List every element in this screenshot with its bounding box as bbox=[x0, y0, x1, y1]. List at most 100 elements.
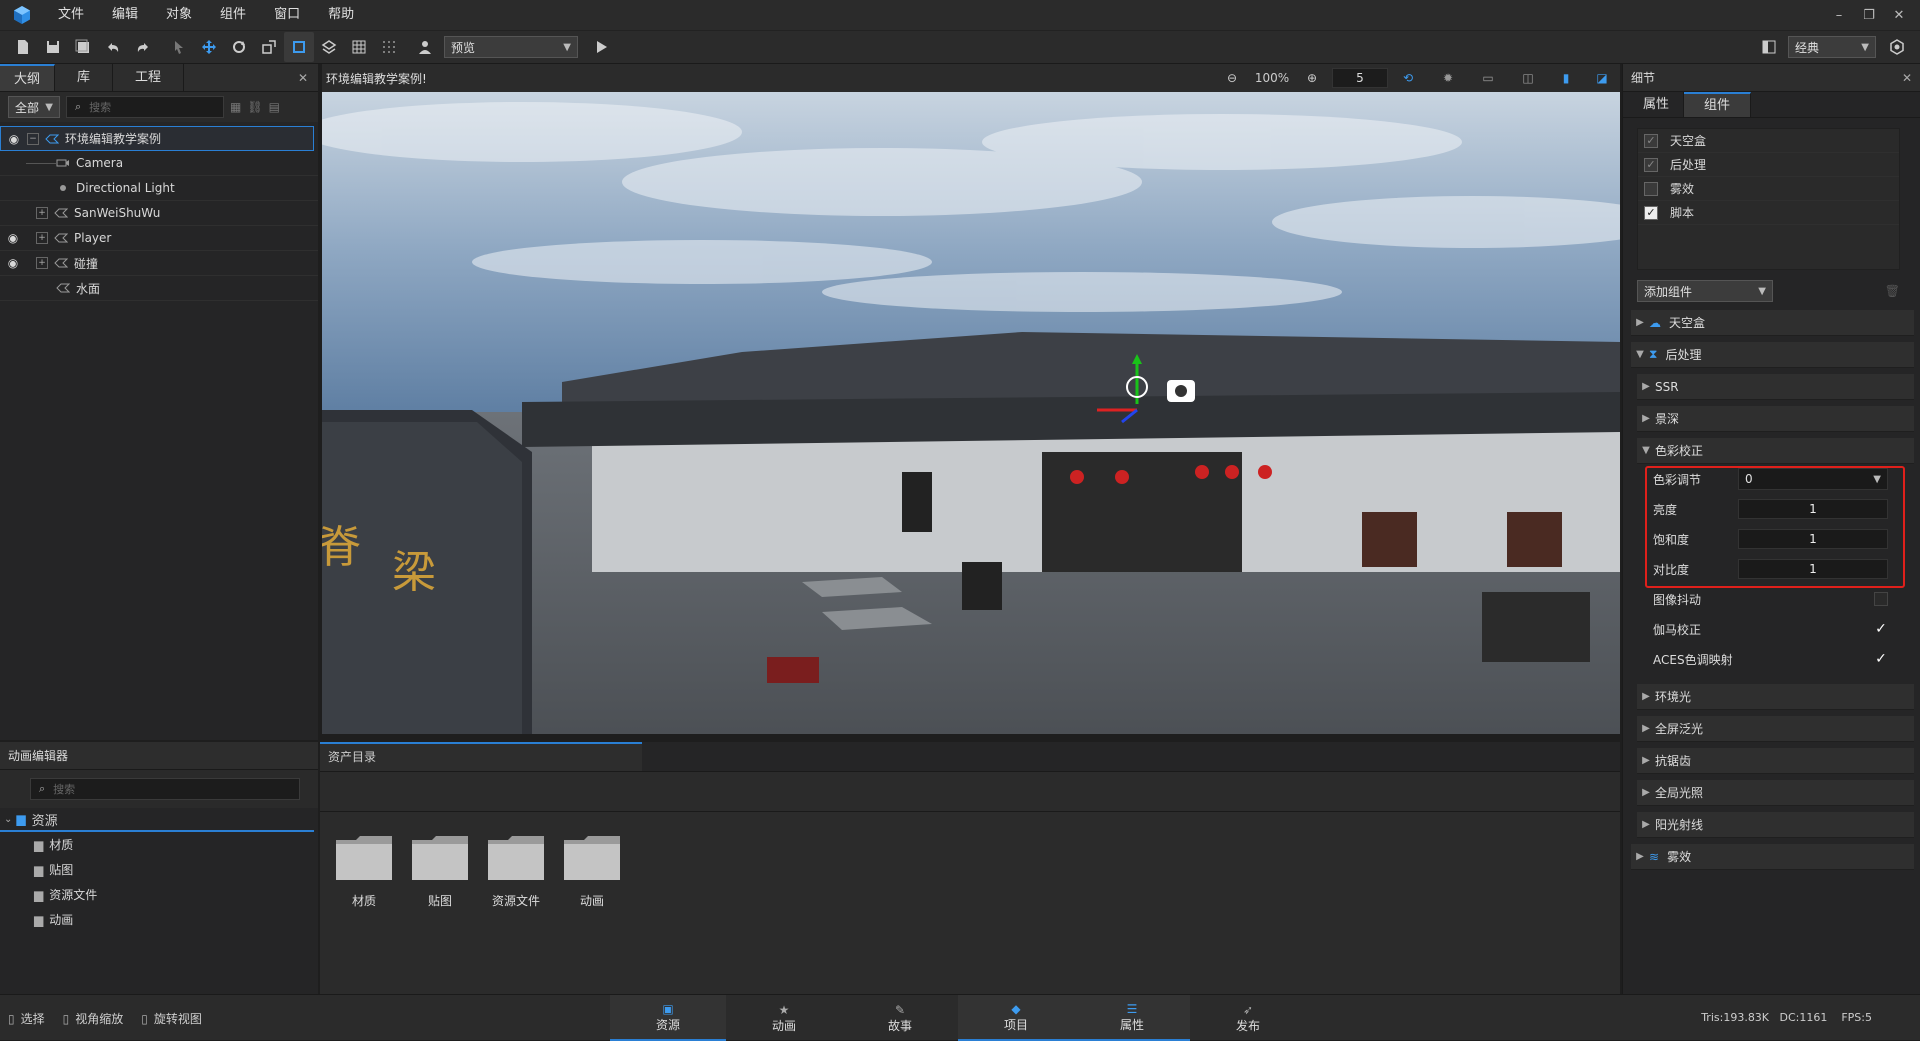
tree-node-water[interactable]: 水面 bbox=[0, 276, 318, 301]
section-dof[interactable]: ▶ 景深 bbox=[1637, 406, 1914, 432]
add-component-select[interactable]: 添加组件 ▼ bbox=[1637, 280, 1773, 302]
bottom-tab-animation[interactable]: ★ 动画 bbox=[726, 995, 842, 1041]
section-bloom[interactable]: ▶ 全屏泛光 bbox=[1637, 716, 1914, 742]
gizmo-icon[interactable]: ✹ bbox=[1428, 71, 1468, 85]
link-icon[interactable]: ⛓ bbox=[247, 100, 262, 114]
tab-project[interactable]: 工程 bbox=[113, 64, 185, 91]
fog-checkbox[interactable] bbox=[1644, 181, 1658, 196]
asset-folder-animations[interactable]: 动画 bbox=[560, 832, 624, 909]
section-ssr[interactable]: ▶ SSR bbox=[1637, 374, 1914, 400]
restore-icon[interactable]: ❐ bbox=[1854, 0, 1884, 30]
menu-file[interactable]: 文件 bbox=[44, 0, 98, 30]
view-mode-icon[interactable]: ⟲ bbox=[1388, 71, 1428, 85]
preview-select[interactable]: 预览 ▼ bbox=[444, 36, 578, 58]
tree-node-player[interactable]: ◉ + Player bbox=[0, 226, 318, 251]
asset-child-resources[interactable]: ▆ 资源文件 bbox=[0, 882, 318, 907]
visibility-icon[interactable]: ◉ bbox=[0, 231, 26, 245]
component-item-fog[interactable]: 雾效 bbox=[1638, 177, 1899, 201]
new-file-icon[interactable] bbox=[8, 32, 38, 62]
script-checkbox[interactable]: ✓ bbox=[1644, 205, 1658, 220]
mode-rotate[interactable]: ▯ 旋转视图 bbox=[141, 1010, 202, 1027]
user-icon[interactable] bbox=[410, 32, 440, 62]
mode-select[interactable]: ▯ 选择 bbox=[8, 1010, 45, 1027]
asset-child-animations[interactable]: ▆ 动画 bbox=[0, 907, 318, 932]
redo-icon[interactable] bbox=[128, 32, 158, 62]
close-window-icon[interactable]: ✕ bbox=[1884, 0, 1914, 30]
bottom-tab-assets[interactable]: ▣ 资源 bbox=[610, 995, 726, 1041]
collapse-toggle-icon[interactable]: − bbox=[27, 132, 39, 145]
save-icon[interactable] bbox=[38, 32, 68, 62]
section-ambient[interactable]: ▶ 环境光 bbox=[1637, 684, 1914, 710]
speed-input[interactable]: 5 bbox=[1332, 68, 1388, 88]
gamma-checkbox[interactable]: ✓ bbox=[1874, 621, 1888, 637]
menu-window[interactable]: 窗口 bbox=[260, 0, 314, 30]
tab-properties[interactable]: 属性 bbox=[1629, 92, 1685, 117]
dot-grid-icon[interactable] bbox=[374, 32, 404, 62]
select-tool-icon[interactable] bbox=[164, 32, 194, 62]
close-icon[interactable]: ✕ bbox=[1902, 71, 1912, 85]
cube-view-icon[interactable]: ◫ bbox=[1508, 71, 1548, 85]
tree-node-camera[interactable]: Camera bbox=[0, 151, 318, 176]
menu-object[interactable]: 对象 bbox=[152, 0, 206, 30]
camera-gizmo-icon[interactable] bbox=[1167, 380, 1195, 402]
scale-tool-icon[interactable] bbox=[254, 32, 284, 62]
tree-node-root[interactable]: ◉ − 环境编辑教学案例 bbox=[0, 126, 314, 151]
mode-zoom[interactable]: ▯ 视角缩放 bbox=[63, 1010, 124, 1027]
section-fog[interactable]: ▶ ≋ 雾效 bbox=[1631, 844, 1914, 870]
rect-tool-icon[interactable] bbox=[284, 32, 314, 62]
tab-components[interactable]: 组件 bbox=[1684, 92, 1752, 117]
visibility-icon[interactable]: ◉ bbox=[1, 132, 27, 146]
section-gi[interactable]: ▶ 全局光照 bbox=[1637, 780, 1914, 806]
aces-checkbox[interactable]: ✓ bbox=[1874, 651, 1888, 667]
expand-toggle-icon[interactable]: + bbox=[36, 232, 48, 244]
camera-view-icon[interactable]: ▭ bbox=[1468, 71, 1508, 85]
section-color-correction[interactable]: ▼ 色彩校正 bbox=[1637, 438, 1914, 464]
minimize-icon[interactable]: – bbox=[1824, 0, 1854, 30]
move-tool-icon[interactable] bbox=[194, 32, 224, 62]
bottom-tab-publish[interactable]: ➶ 发布 bbox=[1190, 995, 1306, 1041]
zoom-out-icon[interactable]: ⊖ bbox=[1218, 71, 1246, 85]
component-item-script[interactable]: ✓ 脚本 bbox=[1638, 201, 1899, 225]
layout-select[interactable]: 经典 ▼ bbox=[1788, 36, 1876, 58]
layout-icon[interactable] bbox=[1754, 32, 1784, 62]
trash-icon[interactable]: 🗑 bbox=[1885, 284, 1900, 298]
tree-node-collision[interactable]: ◉ + 碰撞 bbox=[0, 251, 318, 276]
visibility-icon[interactable]: ◉ bbox=[0, 256, 26, 270]
asset-child-materials[interactable]: ▆ 材质 bbox=[0, 832, 318, 857]
collapse-all-icon[interactable]: ▦ bbox=[230, 100, 241, 114]
component-item-skybox[interactable]: ✓ 天空盒 bbox=[1638, 129, 1899, 153]
outline-search-input[interactable]: ⌕ 搜索 bbox=[66, 96, 224, 118]
tab-outline[interactable]: 大纲 bbox=[0, 64, 56, 91]
tab-library[interactable]: 库 bbox=[55, 64, 114, 91]
skybox-checkbox[interactable]: ✓ bbox=[1644, 133, 1658, 148]
rotate-tool-icon[interactable] bbox=[224, 32, 254, 62]
grid-view-icon[interactable]: ▤ bbox=[269, 100, 280, 114]
undo-icon[interactable] bbox=[98, 32, 128, 62]
asset-folder-resources[interactable]: 资源文件 bbox=[484, 832, 548, 909]
close-icon[interactable]: ✕ bbox=[288, 64, 318, 91]
jitter-checkbox[interactable] bbox=[1874, 592, 1888, 606]
perspective-icon[interactable]: ▮ bbox=[1548, 71, 1584, 85]
anim-search-input[interactable]: ⌕ 搜索 bbox=[30, 778, 300, 800]
outline-filter-select[interactable]: 全部 ▼ bbox=[8, 96, 60, 118]
expand-toggle-icon[interactable]: + bbox=[36, 257, 48, 269]
menu-help[interactable]: 帮助 bbox=[314, 0, 368, 30]
save-all-icon[interactable] bbox=[68, 32, 98, 62]
expand-toggle-icon[interactable]: + bbox=[36, 207, 48, 219]
bottom-tab-properties[interactable]: ☰ 属性 bbox=[1074, 995, 1190, 1041]
play-icon[interactable] bbox=[586, 32, 616, 62]
asset-folder-textures[interactable]: 贴图 bbox=[408, 832, 472, 909]
menu-component[interactable]: 组件 bbox=[206, 0, 260, 30]
3d-viewport[interactable]: 梁 脊 bbox=[322, 92, 1620, 734]
bottom-tab-story[interactable]: ✎ 故事 bbox=[842, 995, 958, 1041]
section-postprocess[interactable]: ▼ ⧗ 后处理 bbox=[1631, 342, 1914, 368]
asset-root-node[interactable]: ⌄ ▆ 资源 bbox=[0, 808, 314, 832]
section-sunrays[interactable]: ▶ 阳光射线 bbox=[1637, 812, 1914, 838]
section-skybox[interactable]: ▶ ☁ 天空盒 bbox=[1631, 310, 1914, 336]
bottom-tab-project[interactable]: ◆ 项目 bbox=[958, 995, 1074, 1041]
section-antialiasing[interactable]: ▶ 抗锯齿 bbox=[1637, 748, 1914, 774]
tree-node-light[interactable]: Directional Light bbox=[0, 176, 318, 201]
component-item-postprocess[interactable]: ✓ 后处理 bbox=[1638, 153, 1899, 177]
settings-icon[interactable] bbox=[1882, 32, 1912, 62]
tab-asset-directory[interactable]: 资产目录 bbox=[320, 742, 642, 771]
